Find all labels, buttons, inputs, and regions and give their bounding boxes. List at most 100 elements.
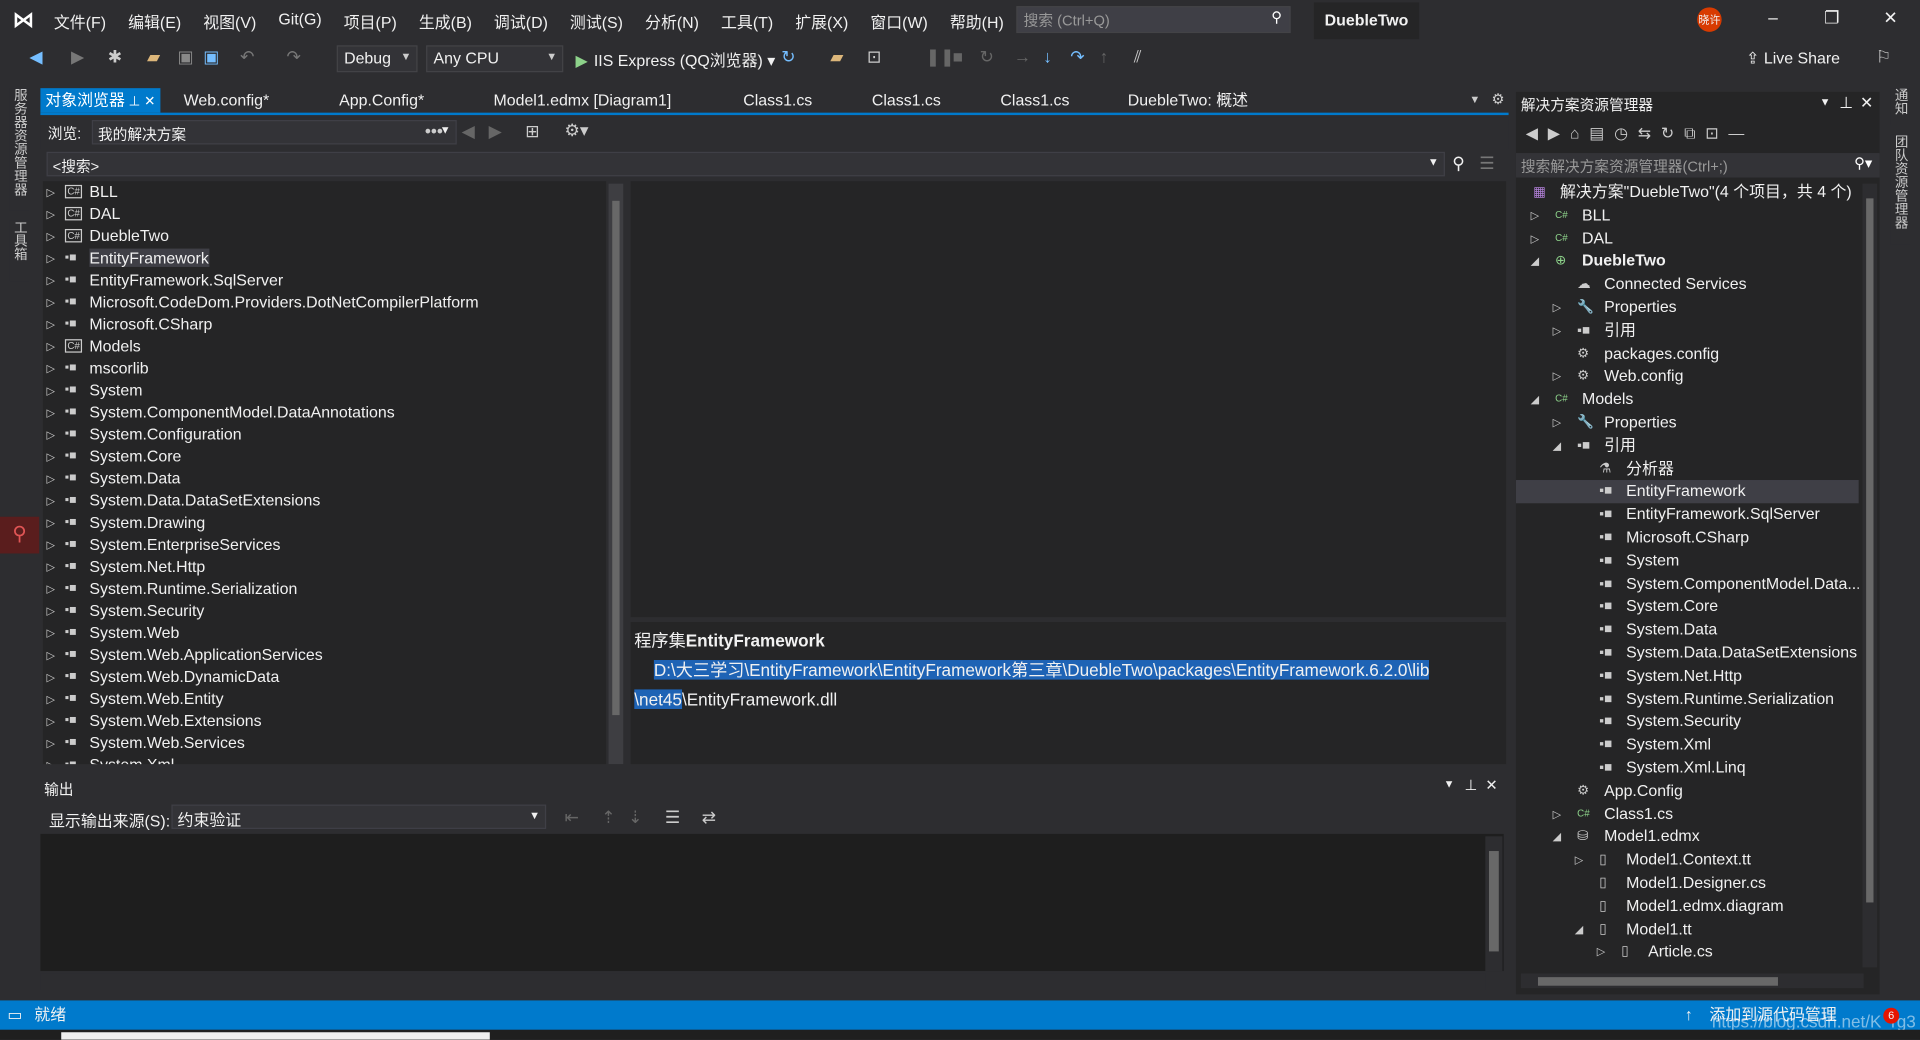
menu-item[interactable]: 调试(D)	[494, 10, 548, 33]
assembly-path-selected-cont[interactable]: \net45	[634, 689, 682, 709]
expand-icon[interactable]: ▷	[1553, 319, 1561, 342]
solution-item[interactable]: ▪■ System.ComponentModel.Data...	[1516, 573, 1859, 596]
pause-icon[interactable]: ❚❚	[926, 47, 955, 68]
tree-item[interactable]: ▷ C# DAL	[43, 203, 606, 225]
scrollbar-thumb[interactable]	[1866, 198, 1874, 903]
expand-icon[interactable]: ▷	[47, 291, 55, 313]
expand-icon[interactable]: ◢	[1553, 434, 1561, 457]
browse-folder-icon[interactable]: ▰	[830, 47, 843, 68]
solution-item[interactable]: ▷ C# DAL	[1516, 227, 1859, 250]
solution-explorer-toolbar[interactable]: ◀▶⌂▤◷⇆↻⧉⊡—	[1526, 124, 1754, 144]
dropdown-icon[interactable]: ▼	[1820, 96, 1831, 108]
menu-item[interactable]: 窗口(W)	[870, 10, 927, 33]
tree-item[interactable]: ▷ C# Models	[43, 336, 606, 358]
more-icon[interactable]: •••	[425, 121, 443, 141]
solution-item[interactable]: ◢ ⊕ DuebleTwo	[1516, 250, 1859, 273]
browser-link-icon[interactable]: ⊡	[867, 47, 881, 68]
tab-pin-close-icon[interactable]: ⊥ ✕	[125, 94, 156, 109]
step-into-icon[interactable]: ↓	[1043, 47, 1052, 67]
dropdown-icon[interactable]: ▼	[1444, 778, 1455, 790]
solution-item[interactable]: ▷ 🔧 Properties	[1516, 296, 1859, 319]
expand-icon[interactable]: ▷	[1553, 411, 1561, 434]
pending-changes-icon[interactable]: ◷	[1614, 124, 1638, 142]
tree-item[interactable]: ▷ C# BLL	[43, 181, 606, 203]
menu-item[interactable]: 分析(N)	[645, 10, 699, 33]
tree-item[interactable]: ▷ ▪■ System	[43, 380, 606, 402]
tree-item[interactable]: ▷ ▪■ Microsoft.CodeDom.Providers.DotNetCom…	[43, 291, 606, 313]
tree-item[interactable]: ▷ ▪■ System.Web.DynamicData	[43, 666, 606, 688]
tab-2[interactable]: App.Config*	[334, 88, 429, 112]
next-message-icon[interactable]: ⇣	[628, 807, 642, 828]
tree-item[interactable]: ▷ ▪■ System.Web.Entity	[43, 688, 606, 710]
tab-1[interactable]: Web.config*	[179, 88, 274, 112]
close-icon[interactable]: ✕	[1485, 776, 1497, 793]
menu-item[interactable]: Git(G)	[278, 10, 321, 33]
solution-item[interactable]: ▷ ▯ Model1.Context.tt	[1516, 849, 1859, 872]
solution-item[interactable]: ▷ ▯ Article.cs	[1516, 941, 1859, 964]
expand-icon[interactable]: ▷	[47, 313, 55, 335]
tree-item[interactable]: ▷ ▪■ System.Web.ApplicationServices	[43, 644, 606, 666]
solution-item[interactable]: ▪■ System.Net.Http	[1516, 665, 1859, 688]
solution-item[interactable]: ▷ 🔧 Properties	[1516, 411, 1859, 434]
menu-item[interactable]: 测试(S)	[570, 10, 623, 33]
solution-item[interactable]: ▷ ▪■ 引用	[1516, 319, 1859, 342]
expand-icon[interactable]: ▷	[47, 269, 55, 291]
forward-icon[interactable]: ▶	[1548, 124, 1570, 142]
expand-icon[interactable]: ▷	[47, 644, 55, 666]
solution-item[interactable]: ◢ C# Models	[1516, 388, 1859, 411]
solution-item[interactable]: ▷ C# Class1.cs	[1516, 803, 1859, 826]
tab-6[interactable]: Class1.cs	[996, 88, 1075, 112]
expand-icon[interactable]: ▷	[47, 578, 55, 600]
tree-item[interactable]: ▷ ▪■ System.Web.Extensions	[43, 710, 606, 732]
output-vscrollbar[interactable]	[1485, 836, 1503, 972]
expand-icon[interactable]: ◢	[1553, 826, 1561, 849]
solution-item[interactable]: ⚙ App.Config	[1516, 780, 1859, 803]
solution-item[interactable]: ▪■ System.Xml	[1516, 734, 1859, 757]
tree-item[interactable]: ▷ ▪■ System.Net.Http	[43, 556, 606, 578]
scrollbar-thumb[interactable]	[1488, 851, 1499, 952]
solution-item[interactable]: ▪■ System.Data.DataSetExtensions	[1516, 642, 1859, 665]
tree-item[interactable]: ▷ ▪■ System.EnterpriseServices	[43, 534, 606, 556]
solution-item[interactable]: ◢ ⛁ Model1.edmx	[1516, 826, 1859, 849]
step-over-icon[interactable]: ↷	[1070, 47, 1084, 68]
refresh-icon[interactable]: ↻	[1661, 124, 1684, 142]
expand-icon[interactable]: ▷	[1553, 803, 1561, 826]
solution-item[interactable]: ⚗ 分析器	[1516, 457, 1859, 480]
tree-item[interactable]: ▷ ▪■ System.Xml	[43, 754, 606, 765]
expand-icon[interactable]: ◢	[1575, 918, 1583, 941]
expand-icon[interactable]: ▷	[1531, 204, 1539, 227]
tree-item[interactable]: ▷ ▪■ System.ComponentModel.DataAnnotations	[43, 402, 606, 424]
menu-item[interactable]: 工具(T)	[721, 10, 773, 33]
team-explorer-tab[interactable]: 团队资源管理器	[1890, 134, 1911, 245]
tree-item[interactable]: ▷ ▪■ EntityFramework.SqlServer	[43, 269, 606, 291]
platform-select[interactable]: Any CPU ▼	[426, 45, 564, 73]
solution-item[interactable]: ▪■ Microsoft.CSharp	[1516, 526, 1859, 549]
run-button[interactable]: ▶ IIS Express (QQ浏览器) ▾	[576, 48, 776, 71]
tree-item[interactable]: ▷ C# DuebleTwo	[43, 225, 606, 247]
assembly-path-selected[interactable]: D:\大三学习\EntityFramework\EntityFramework第…	[653, 660, 1430, 680]
close-button[interactable]: ✕	[1872, 7, 1909, 28]
restore-button[interactable]: ❐	[1813, 7, 1850, 28]
gear-icon[interactable]: ⚙	[1491, 91, 1504, 108]
expand-icon[interactable]: ◢	[1531, 250, 1539, 273]
close-icon[interactable]: ✕	[1860, 93, 1873, 113]
clear-all-icon[interactable]: ☰	[665, 807, 680, 828]
solution-item[interactable]: ☁ Connected Services	[1516, 273, 1859, 296]
expand-icon[interactable]: ▷	[47, 424, 55, 446]
output-source-select[interactable]: 约束验证 ▼	[171, 804, 547, 829]
back-icon[interactable]: ◀	[462, 121, 475, 142]
live-share-button[interactable]: ⇪ Live Share	[1746, 49, 1840, 69]
tree-item[interactable]: ▷ ▪■ System.Data.DataSetExtensions	[43, 490, 606, 512]
new-project-icon[interactable]: ✱	[108, 47, 122, 68]
object-browser-search[interactable]: <搜索> ▼	[46, 151, 1445, 177]
back-icon[interactable]: ◀	[29, 47, 42, 68]
browse-scope-select[interactable]: 我的解决方案 ▼	[91, 120, 457, 145]
expand-icon[interactable]: ▷	[47, 666, 55, 688]
pin-icon[interactable]: ⊥	[1839, 93, 1853, 113]
forward-icon[interactable]: ▶	[71, 47, 84, 68]
solution-item[interactable]: ▪■ EntityFramework	[1515, 480, 1859, 504]
menu-item[interactable]: 视图(V)	[203, 10, 256, 33]
solution-item[interactable]: ⚙ packages.config	[1516, 342, 1859, 365]
expand-icon[interactable]: ▷	[1575, 849, 1583, 872]
expand-icon[interactable]: ▷	[47, 754, 55, 764]
